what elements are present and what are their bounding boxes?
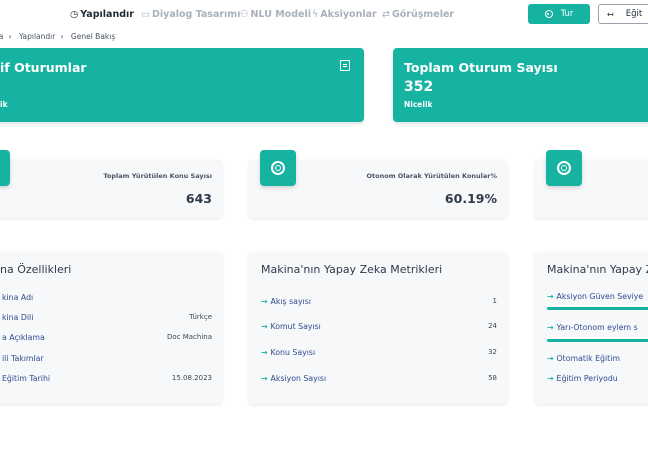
arrow-right-icon: →: [547, 323, 554, 332]
active-sessions-card: if Oturumlar ik: [0, 48, 364, 122]
card-title: if Oturumlar: [0, 60, 87, 75]
stat-label: Otonom Olarak Yürütülen Konular%: [366, 172, 497, 180]
list-item: kina Adı: [2, 293, 212, 305]
list-item: ili Takımlar: [2, 354, 212, 366]
stat-value: 60.19%: [444, 191, 497, 206]
setting-key: Yarı-Otonom eylem s: [556, 323, 638, 332]
card-title: na Özellikleri: [0, 263, 72, 276]
confidence-bar: [547, 307, 648, 310]
semi-autonomous-bar: [547, 339, 648, 342]
list-item[interactable]: → Eğitim Periyodu: [547, 374, 648, 386]
gear-icon: [557, 161, 571, 175]
ai-metrics-card: Makina'nın Yapay Zeka Metrikleri → Akış s…: [249, 252, 507, 404]
list-item: Eğitim Tarihi 15.08.2023: [2, 374, 212, 386]
setting-key: Aksiyon Güven Seviye: [556, 292, 644, 301]
nav-tab-label: Diyalog Tasarımı: [151, 9, 241, 20]
nav-tab-label: Görüşmeler: [391, 9, 455, 20]
stat-badge: [260, 150, 296, 186]
metric-value: 1: [492, 297, 497, 305]
arrow-right-icon: →: [547, 292, 554, 301]
top-nav: ◷ Yapılandır ▭ Diyalog Tasarımı ⚇ NLU Model…: [0, 0, 648, 30]
feature-value: Türkçe: [189, 313, 212, 321]
list-item: kina Dili Türkçe: [2, 313, 212, 325]
total-sessions-card: Toplam Oturum Sayısı 352 Nicelik: [393, 48, 648, 122]
arrows-icon: ↤: [607, 9, 614, 19]
list-item[interactable]: → Yarı-Otonom eylem s: [547, 323, 648, 335]
chat-icon: ▭: [141, 9, 150, 20]
arrow-right-icon: →: [261, 374, 268, 383]
train-button-label: Eğit: [625, 9, 643, 19]
run-button-label: Tur: [560, 9, 574, 19]
nav-tab-actions[interactable]: ϟ Aksiyonlar: [312, 9, 377, 20]
stat-badge: [0, 150, 10, 186]
card-sub: ik: [0, 100, 8, 109]
nav-tab-label: Aksiyonlar: [320, 9, 377, 20]
chevron-right-icon: ›: [8, 32, 12, 41]
play-circle-icon: [544, 10, 553, 18]
card-title: Toplam Oturum Sayısı: [404, 60, 558, 75]
feature-value: Doc Machina: [166, 333, 212, 341]
list-item[interactable]: → Otomatik Eğitim: [547, 354, 648, 366]
card-title: Makina'nın Yapay Zeka Metrikleri: [261, 263, 443, 276]
stat-badge: [546, 150, 582, 186]
metric-key: Aksiyon Sayısı: [270, 374, 327, 383]
run-button[interactable]: Tur: [528, 4, 590, 24]
nav-tab-label: NLU Modeli: [250, 9, 311, 20]
nav-tab-dialog-design[interactable]: ▭ Diyalog Tasarımı: [141, 9, 240, 20]
metric-key: Akış sayısı: [270, 297, 311, 306]
nav-tab-configure[interactable]: ◷ Yapılandır: [70, 9, 134, 20]
breadcrumb-item[interactable]: na: [0, 32, 3, 41]
list-item: a Açıklama Doc Machina: [2, 333, 212, 345]
metric-value: 58: [488, 374, 497, 382]
feature-key: ili Takımlar: [2, 354, 44, 363]
train-button[interactable]: ↤ Eğit: [598, 4, 648, 24]
setting-key: Otomatik Eğitim: [556, 354, 620, 363]
feature-key: kina Dili: [2, 313, 34, 322]
nav-tab-conversations[interactable]: ⇄ Görüşmeler: [382, 9, 454, 20]
metric-value: 32: [488, 348, 497, 356]
chevron-right-icon: ›: [60, 32, 64, 41]
breadcrumb-item[interactable]: Yapılandır: [19, 32, 55, 41]
refresh-icon: ⇄: [382, 9, 390, 20]
setting-key: Eğitim Periyodu: [556, 374, 618, 383]
feature-key: Eğitim Tarihi: [2, 374, 51, 383]
gear-icon: [271, 161, 285, 175]
card-value: 352: [404, 79, 434, 95]
breadcrumb-item: Genel Bakış: [70, 32, 116, 41]
metric-value: 24: [488, 322, 497, 330]
users-icon: ⚇: [240, 9, 249, 20]
list-item[interactable]: → Akış sayısı 1: [261, 297, 497, 309]
arrow-right-icon: →: [261, 348, 268, 357]
arrow-right-icon: →: [547, 354, 554, 363]
nav-tab-label: Yapılandır: [80, 9, 134, 20]
clock-icon: ◷: [70, 9, 79, 20]
breadcrumb: na › Yapılandır › Genel Bakış: [0, 32, 118, 41]
metric-key: Komut Sayısı: [270, 322, 321, 331]
metric-key: Konu Sayısı: [270, 348, 316, 357]
bolt-icon: ϟ: [312, 9, 319, 20]
list-item[interactable]: → Komut Sayısı 24: [261, 322, 497, 334]
nav-tab-nlu-model[interactable]: ⚇ NLU Modeli: [240, 9, 311, 20]
machine-features-card: na Özellikleri kina Adı kina Dili Türkçe…: [0, 252, 222, 404]
stat-label: Toplam Yürütülen Konu Sayısı: [103, 172, 212, 180]
list-item[interactable]: → Aksiyon Sayısı 58: [261, 374, 497, 386]
feature-key: a Açıklama: [2, 333, 45, 342]
total-topics-card: Toplam Yürütülen Konu Sayısı 643: [0, 160, 222, 218]
arrow-right-icon: →: [261, 297, 268, 306]
stat-value: 643: [185, 191, 212, 206]
arrow-right-icon: →: [261, 322, 268, 331]
list-item[interactable]: → Aksiyon Güven Seviye: [547, 292, 648, 304]
ai-settings-card: Makina'nın Yapay Z → Aksiyon Güven Seviye…: [535, 252, 648, 404]
feature-key: kina Adı: [2, 293, 34, 302]
document-icon: [340, 60, 350, 71]
list-item[interactable]: → Konu Sayısı 32: [261, 348, 497, 360]
arrow-right-icon: →: [547, 374, 554, 383]
feature-value: 15.08.2023: [171, 374, 212, 382]
card-sub: Nicelik: [404, 100, 433, 109]
card-title: Makina'nın Yapay Z: [547, 263, 648, 276]
